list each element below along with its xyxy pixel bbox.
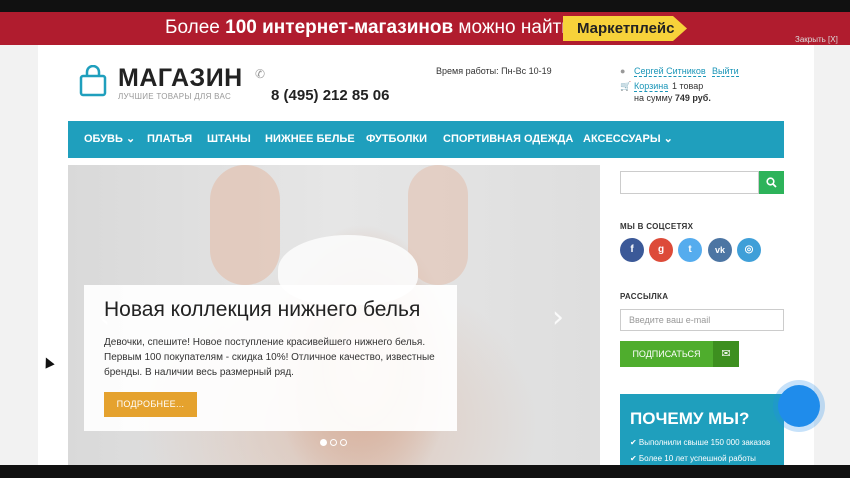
hero-slider[interactable]: ‹ › Новая коллекция нижнего белья Девочк… [68, 165, 600, 465]
cart-sum: на сумму 749 руб. [634, 93, 711, 103]
google-plus-icon[interactable]: g [649, 238, 673, 262]
why-us-block: ПОЧЕМУ МЫ? ✔ Выполнили свыше 150 000 зак… [620, 394, 784, 465]
slider-dot[interactable] [320, 439, 327, 446]
twitter-icon[interactable]: t [678, 238, 702, 262]
search-button[interactable] [759, 171, 784, 194]
promo-close-button[interactable]: Закрыть [X] [795, 35, 838, 44]
email-field[interactable]: Введите ваш e-mail [620, 309, 784, 331]
subscribe-button[interactable]: ПОДПИСАТЬСЯ [620, 341, 713, 367]
logout-link[interactable]: Выйти [712, 66, 739, 77]
cart-icon: 🛒 [620, 81, 632, 91]
search-input[interactable] [620, 171, 759, 194]
newsletter-title: РАССЫЛКА [620, 292, 669, 301]
why-us-item: ✔ Выполнили свыше 150 000 заказов [630, 438, 771, 447]
nav-item-underwear[interactable]: НИЖНЕЕ БЕЛЬЕ [265, 121, 355, 158]
social-title: МЫ В СОЦСЕТЯХ [620, 222, 694, 231]
promo-banner[interactable]: Более 100 интернет-магазинов можно найти… [0, 12, 850, 45]
search-icon [766, 177, 777, 188]
slider-dot[interactable] [330, 439, 337, 446]
working-hours: Время работы: Пн-Вс 10-19 [436, 66, 552, 76]
phone-number[interactable]: 8 (495) 212 85 06 [271, 87, 389, 104]
user-icon: ● [620, 66, 626, 76]
why-us-item: ✔ Более 10 лет успешной работы [630, 454, 756, 463]
mail-icon[interactable]: ✉ [713, 341, 739, 367]
hero-image-part [210, 165, 280, 285]
cart-link[interactable]: Корзина [634, 81, 669, 92]
instagram-icon[interactable]: ◎ [737, 238, 761, 262]
hero-title: Новая коллекция нижнего белья [104, 298, 421, 321]
nav-item-shoes[interactable]: ОБУВЬ ⌄ [84, 121, 135, 158]
vk-icon[interactable]: vk [708, 238, 732, 262]
nav-item-pants[interactable]: ШТАНЫ [207, 121, 251, 158]
logo-title[interactable]: МАГАЗИН [118, 64, 243, 93]
promo-text: Более 100 интернет-магазинов можно найти… [165, 17, 588, 38]
shopping-bag-icon[interactable] [79, 65, 107, 97]
nav-item-tshirts[interactable]: ФУТБОЛКИ [366, 121, 427, 158]
why-us-title: ПОЧЕМУ МЫ? [630, 409, 750, 428]
nav-item-sportswear[interactable]: СПОРТИВНАЯ ОДЕЖДА [443, 121, 573, 158]
chat-widget-core [778, 385, 820, 427]
nav-item-dresses[interactable]: ПЛАТЬЯ [147, 121, 192, 158]
facebook-icon[interactable]: f [620, 238, 644, 262]
user-name-link[interactable]: Сергей Ситников [634, 66, 706, 77]
slider-dot[interactable] [340, 439, 347, 446]
cart-count: 1 товар [672, 81, 704, 91]
hero-more-button[interactable]: ПОДРОБНЕЕ... [104, 392, 197, 417]
main-nav: ОБУВЬ ⌄ ПЛАТЬЯ ШТАНЫ НИЖНЕЕ БЕЛЬЕ ФУТБОЛ… [68, 121, 784, 158]
slider-next-arrow[interactable]: › [552, 300, 564, 335]
marketplace-badge[interactable]: Маркетплейс [563, 16, 687, 41]
hero-caption-box: Новая коллекция нижнего белья Девочки, с… [84, 285, 457, 431]
slider-dots [320, 433, 350, 451]
screen-bottom-bar [0, 465, 850, 478]
nav-item-accessories[interactable]: АКСЕССУАРЫ ⌄ [583, 121, 673, 158]
phone-icon: ✆ [255, 67, 266, 81]
chat-widget-button[interactable] [773, 380, 825, 432]
screen-top-bar [0, 0, 850, 12]
hero-text: Девочки, спешите! Новое поступление крас… [104, 337, 435, 378]
logo-subtitle: ЛУЧШИЕ ТОВАРЫ ДЛЯ ВАС [118, 92, 232, 101]
